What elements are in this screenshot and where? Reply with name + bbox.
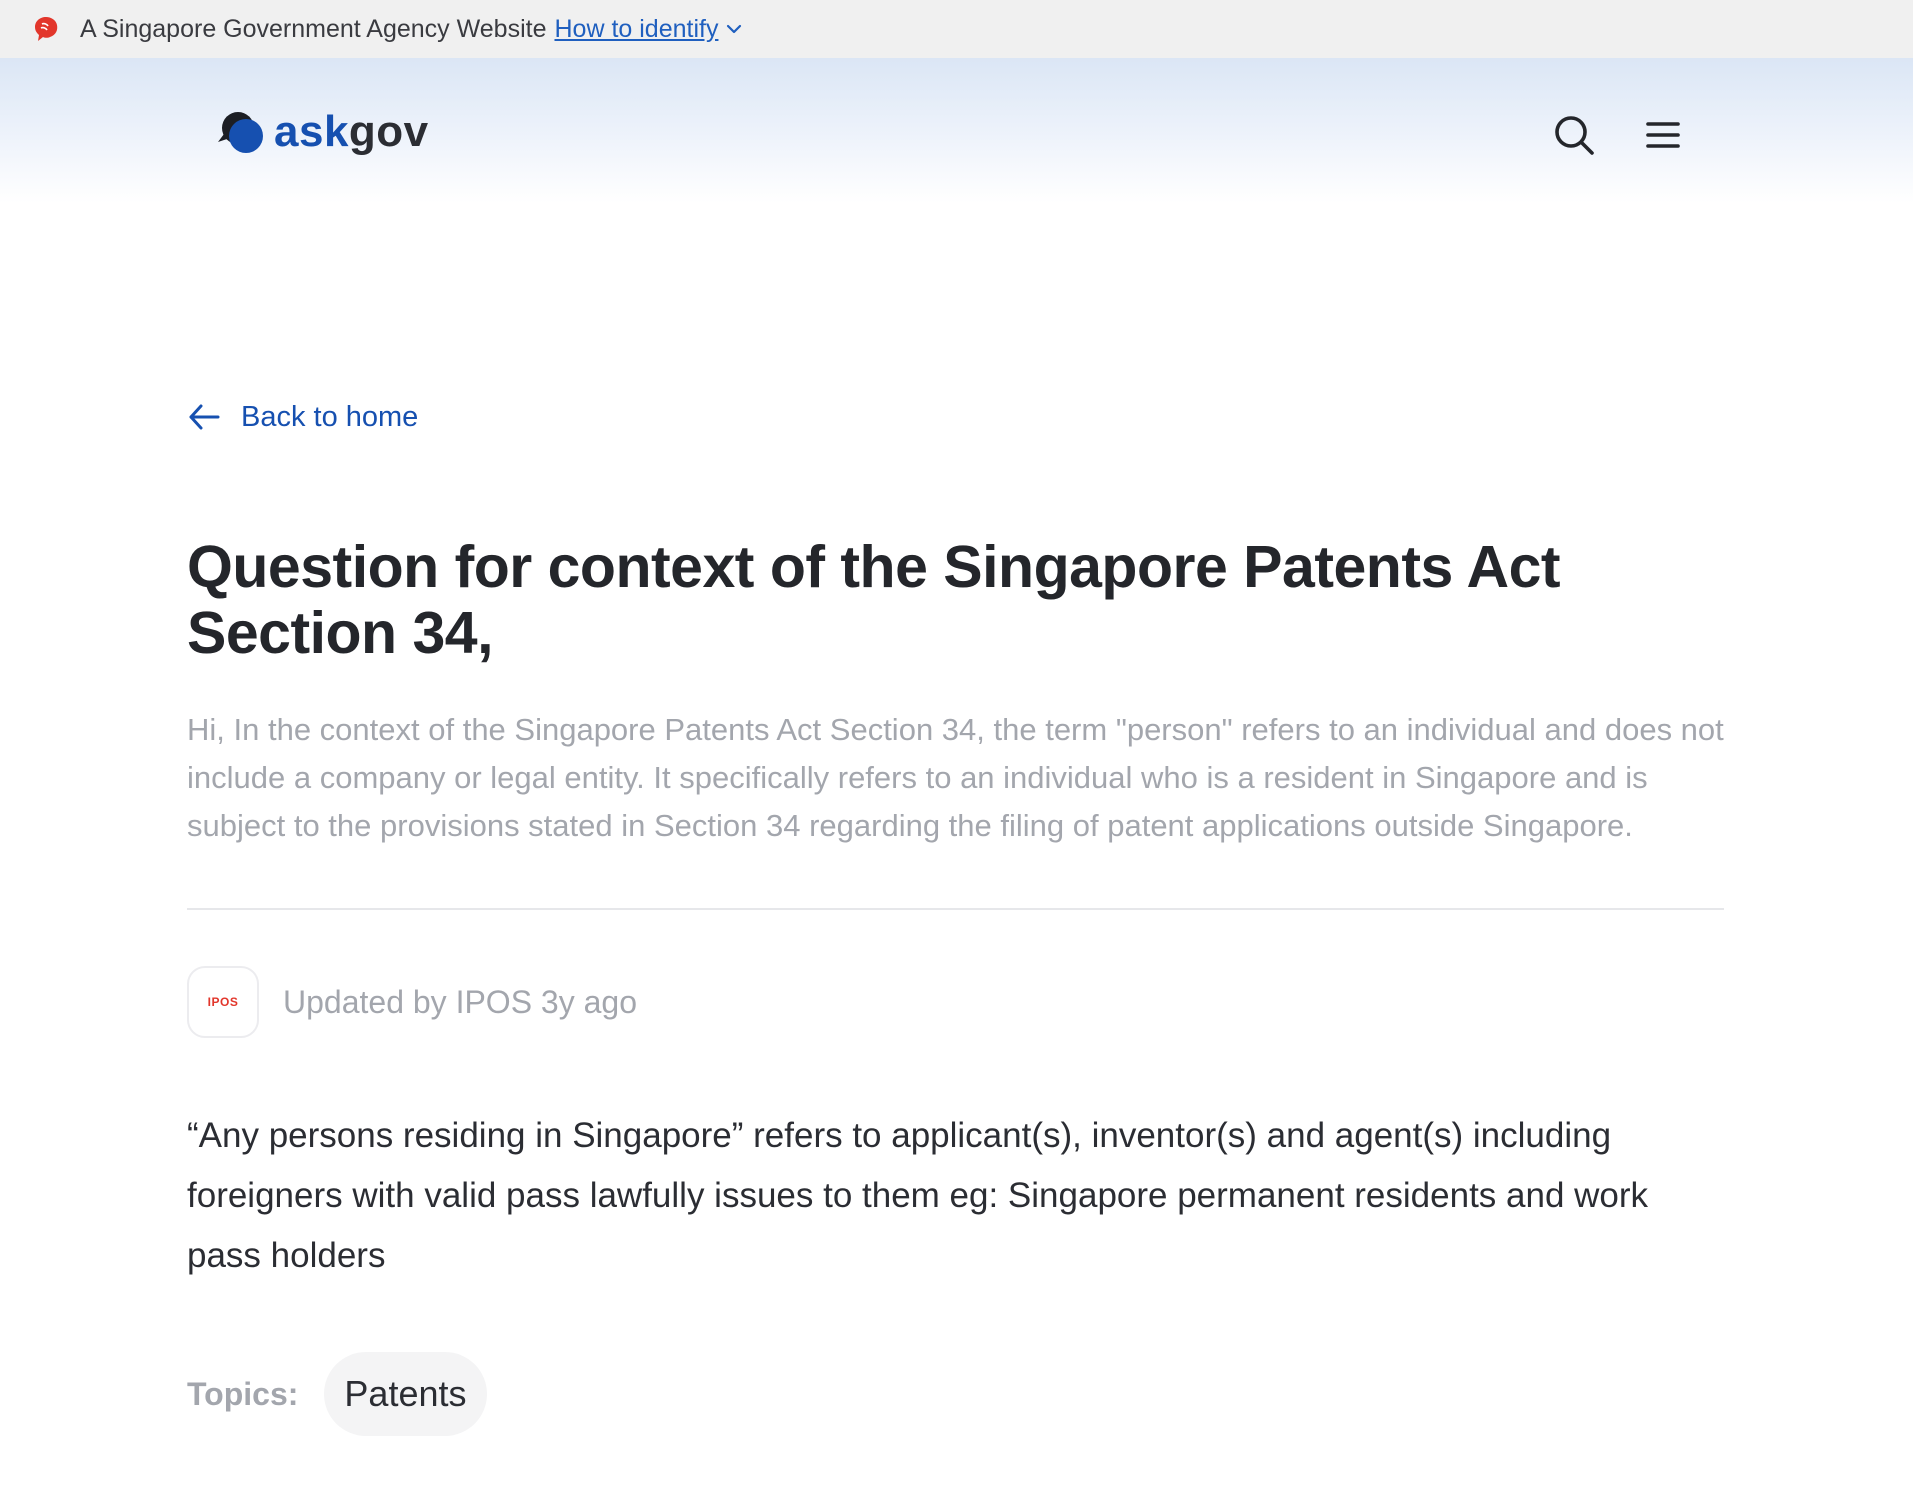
topics-label: Topics: [187,1376,298,1413]
question-title: Question for context of the Singapore Pa… [187,534,1724,666]
topics-row: Topics: Patents [187,1352,1724,1436]
topic-chip-patents[interactable]: Patents [324,1352,486,1436]
logo-text-ask: ask [274,107,349,156]
chevron-down-icon [724,19,744,39]
how-to-identify-label: How to identify [554,15,718,44]
back-to-home-link[interactable]: Back to home [187,400,418,434]
askgov-logo[interactable]: askgov [216,108,429,156]
logo-text-gov: gov [349,107,429,156]
speech-bubble-logo-icon [216,108,268,156]
lion-head-icon [32,15,60,43]
answer-meta: IPOS Updated by IPOS 3y ago [187,966,1724,1038]
ipos-logo-text: IPOS [208,995,239,1009]
how-to-identify-link[interactable]: How to identify [554,15,744,44]
ipos-avatar: IPOS [187,966,259,1038]
answer-body: “Any persons residing in Singapore” refe… [187,1106,1724,1286]
divider [187,908,1724,910]
main-content: Back to home Question for context of the… [187,400,1724,1436]
search-button[interactable] [1549,110,1599,160]
gov-masthead: A Singapore Government Agency Website Ho… [0,0,1913,58]
search-icon [1552,113,1596,157]
site-header: askgov [0,58,1913,203]
question-summary: Hi, In the context of the Singapore Pate… [187,706,1724,850]
arrow-left-icon [187,400,221,434]
menu-button[interactable] [1638,110,1688,160]
menu-icon [1643,115,1683,155]
back-to-home-label: Back to home [241,401,418,434]
updated-by-text: Updated by IPOS 3y ago [283,984,637,1021]
logo-wordmark: askgov [274,110,429,154]
masthead-text: A Singapore Government Agency Website [80,15,546,44]
